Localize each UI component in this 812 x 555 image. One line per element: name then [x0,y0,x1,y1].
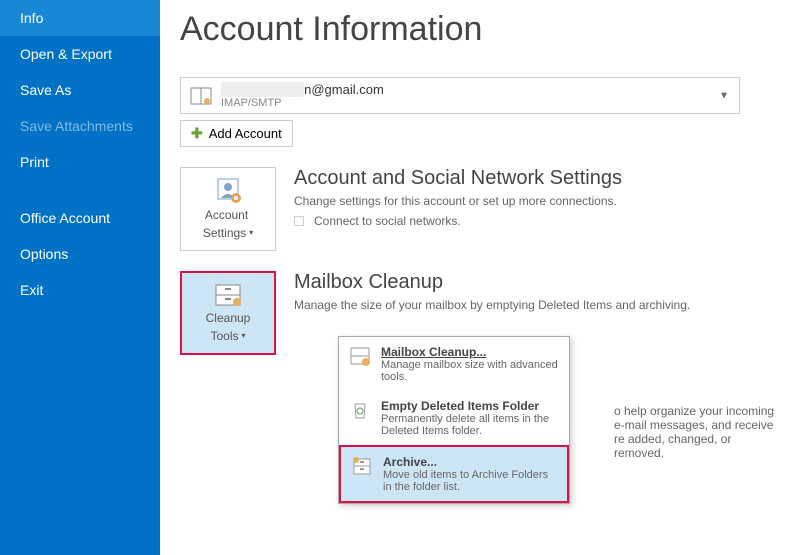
account-settings-section: Account Settings▾ Account and Social Net… [180,167,782,251]
cabinet-icon [213,283,243,307]
archive-icon [351,455,373,477]
account-settings-label2: Settings▾ [203,226,253,240]
sidebar-item-office-account[interactable]: Office Account [0,200,160,236]
page-title: Account Information [180,10,782,49]
account-dropdown[interactable]: redactednamen@gmail.com IMAP/SMTP ▼ [180,77,740,114]
menu-item-mailbox-cleanup[interactable]: Mailbox Cleanup... Manage mailbox size w… [339,337,569,391]
chevron-down-icon: ▾ [249,228,253,238]
rules-desc-line1: o help organize your incoming e-mail mes… [614,404,782,432]
add-account-label: Add Account [209,126,282,141]
cleanup-tools-label2: Tools▾ [210,329,245,343]
sidebar-item-options[interactable]: Options [0,236,160,272]
account-protocol: IMAP/SMTP [221,97,731,109]
menu-item-desc: Move old items to Archive Folders in the… [383,469,557,493]
chevron-down-icon: ▾ [242,331,246,341]
account-email: redactednamen@gmail.com [221,82,731,97]
connect-social-link[interactable]: Connect to social networks. [314,214,461,228]
add-account-button[interactable]: ✚ Add Account [180,120,293,147]
bullet-icon [294,216,304,226]
account-settings-desc: Change settings for this account or set … [294,194,622,208]
sidebar-item-info[interactable]: Info [0,0,160,36]
account-icon [189,84,213,108]
sidebar-item-save-as[interactable]: Save As [0,72,160,108]
chevron-down-icon: ▼ [719,90,729,101]
menu-item-desc: Permanently delete all items in the Dele… [381,413,559,437]
menu-item-title: Empty Deleted Items Folder [381,399,559,413]
sidebar-item-exit[interactable]: Exit [0,272,160,308]
menu-item-title: Mailbox Cleanup... [381,345,559,359]
user-gear-icon [213,178,243,204]
menu-item-empty-deleted[interactable]: Empty Deleted Items Folder Permanently d… [339,391,569,445]
menu-item-archive[interactable]: Archive... Move old items to Archive Fol… [341,447,567,501]
account-settings-label: Account [205,208,251,222]
sidebar-item-open-export[interactable]: Open & Export [0,36,160,72]
recycle-bin-icon [349,399,371,421]
plus-icon: ✚ [191,125,203,142]
rules-desc-line2: re added, changed, or removed. [614,432,782,460]
cleanup-tools-label: Cleanup [206,311,251,325]
menu-item-desc: Manage mailbox size with advanced tools. [381,359,559,383]
mailbox-cleanup-heading: Mailbox Cleanup [294,271,690,294]
sidebar-item-save-attachments: Save Attachments [0,108,160,144]
menu-item-title: Archive... [383,455,557,469]
account-settings-heading: Account and Social Network Settings [294,167,622,190]
cabinet-icon [349,345,371,367]
cleanup-tools-menu: Mailbox Cleanup... Manage mailbox size w… [338,336,570,504]
backstage-sidebar: Info Open & Export Save As Save Attachme… [0,0,160,555]
main-panel: Account Information redactednamen@gmail.… [160,0,812,555]
account-settings-button[interactable]: Account Settings▾ [180,167,276,251]
cleanup-tools-button[interactable]: Cleanup Tools▾ [180,271,276,355]
sidebar-item-print[interactable]: Print [0,144,160,180]
mailbox-cleanup-desc: Manage the size of your mailbox by empty… [294,298,690,312]
